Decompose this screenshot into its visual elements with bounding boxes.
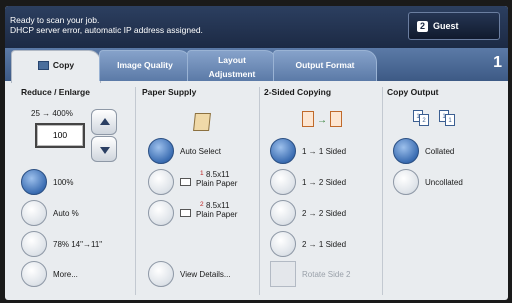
two-to-two-label: 2 → 2 Sided: [302, 209, 347, 218]
tray-2-type: Plain Paper: [196, 210, 238, 219]
uncollated-label: Uncollated: [425, 178, 463, 187]
collated-icon: 12: [413, 110, 433, 128]
tab-image-quality[interactable]: Image Quality: [99, 50, 191, 81]
reduce-enlarge-section: Reduce / Enlarge 25 → 400% 100 100% Auto…: [21, 81, 131, 300]
status-message: Ready to scan your job.: [10, 15, 100, 25]
paper-icon: [180, 209, 191, 217]
user-icon: 2: [417, 21, 428, 32]
tab-strip: Copy Image Quality Layout Adjustment Out…: [5, 48, 508, 83]
reduce-78-label: 78% 14"→11": [53, 240, 103, 249]
reduce-100-radio[interactable]: [21, 169, 47, 195]
two-sided-title: 2-Sided Copying: [264, 87, 332, 97]
tab-layout-label-2: Adjustment: [208, 69, 256, 79]
divider: [259, 87, 260, 295]
paper-supply-section: Paper Supply Auto Select 1 8.5x11 Plain …: [142, 81, 257, 300]
auto-select-radio[interactable]: [148, 138, 174, 164]
arrow-up-icon: [100, 118, 110, 125]
paper-supply-title: Paper Supply: [142, 87, 197, 97]
one-to-two-label: 1 → 2 Sided: [302, 178, 347, 187]
tab-output-format-label: Output Format: [295, 60, 355, 70]
reduce-auto-label: Auto %: [53, 209, 79, 218]
decrease-button[interactable]: [91, 136, 117, 162]
reduce-enlarge-title: Reduce / Enlarge: [21, 87, 90, 97]
tab-copy-label: Copy: [52, 60, 75, 70]
two-to-two-radio[interactable]: [270, 200, 296, 226]
tray-2-number: 2: [200, 201, 204, 208]
tab-layout-adjustment[interactable]: Layout Adjustment: [187, 50, 277, 81]
enlarge-range-label: 25 → 400%: [31, 109, 73, 118]
divider: [382, 87, 383, 295]
paper-icon: [180, 178, 191, 186]
collated-radio[interactable]: [393, 138, 419, 164]
two-to-one-radio[interactable]: [270, 231, 296, 257]
copy-output-title: Copy Output: [387, 87, 439, 97]
copy-screen: Ready to scan your job. DHCP server erro…: [5, 6, 508, 300]
uncollated-radio[interactable]: [393, 169, 419, 195]
tab-image-quality-label: Image Quality: [117, 60, 173, 70]
status-bar: Ready to scan your job. DHCP server erro…: [5, 6, 508, 48]
tray-1-size: 8.5x11: [206, 170, 230, 179]
tab-copy[interactable]: Copy: [11, 50, 101, 83]
increase-button[interactable]: [91, 109, 117, 135]
two-sided-section: 2-Sided Copying → 1 → 1 Sided 1 → 2 Side…: [264, 81, 379, 300]
guest-button[interactable]: 2 Guest: [408, 12, 500, 40]
reduce-100-label: 100%: [53, 178, 74, 187]
duplex-icon: →: [302, 111, 344, 131]
tray-2-radio[interactable]: [148, 200, 174, 226]
one-to-one-radio[interactable]: [270, 138, 296, 164]
reduce-enlarge-value[interactable]: 100: [35, 123, 85, 148]
rotate-side-2-checkbox[interactable]: [270, 261, 296, 287]
one-to-two-radio[interactable]: [270, 169, 296, 195]
view-details-radio[interactable]: [148, 261, 174, 287]
tab-output-format[interactable]: Output Format: [273, 50, 377, 81]
copy-options-panel: Reduce / Enlarge 25 → 400% 100 100% Auto…: [5, 81, 508, 300]
reduce-78-radio[interactable]: [21, 231, 47, 257]
tab-layout-label-1: Layout: [218, 55, 246, 65]
arrow-down-icon: [100, 147, 110, 154]
one-to-one-label: 1 → 1 Sided: [302, 147, 347, 156]
collated-label: Collated: [425, 147, 455, 156]
tray-1-type: Plain Paper: [196, 179, 238, 188]
two-to-one-label: 2 → 1 Sided: [302, 240, 347, 249]
auto-select-label: Auto Select: [180, 147, 221, 156]
reduce-more-radio[interactable]: [21, 261, 47, 287]
guest-label: Guest: [433, 21, 459, 31]
divider: [135, 87, 136, 295]
rotate-side-2-label: Rotate Side 2: [302, 270, 351, 279]
view-details-label: View Details...: [180, 270, 231, 279]
tray-1-radio[interactable]: [148, 169, 174, 195]
tray-1-number: 1: [200, 170, 204, 177]
tray-2-size: 8.5x11: [206, 201, 230, 210]
uncollated-icon: 11: [439, 110, 459, 128]
copy-icon: [37, 61, 49, 71]
status-error-message: DHCP server error, automatic IP address …: [10, 25, 203, 35]
copy-output-section: Copy Output 12 11 Collated Uncollated: [387, 81, 502, 300]
reduce-auto-radio[interactable]: [21, 200, 47, 226]
paper-supply-icon: [193, 113, 211, 131]
page-number: 1: [493, 54, 502, 71]
reduce-more-label: More...: [53, 270, 78, 279]
